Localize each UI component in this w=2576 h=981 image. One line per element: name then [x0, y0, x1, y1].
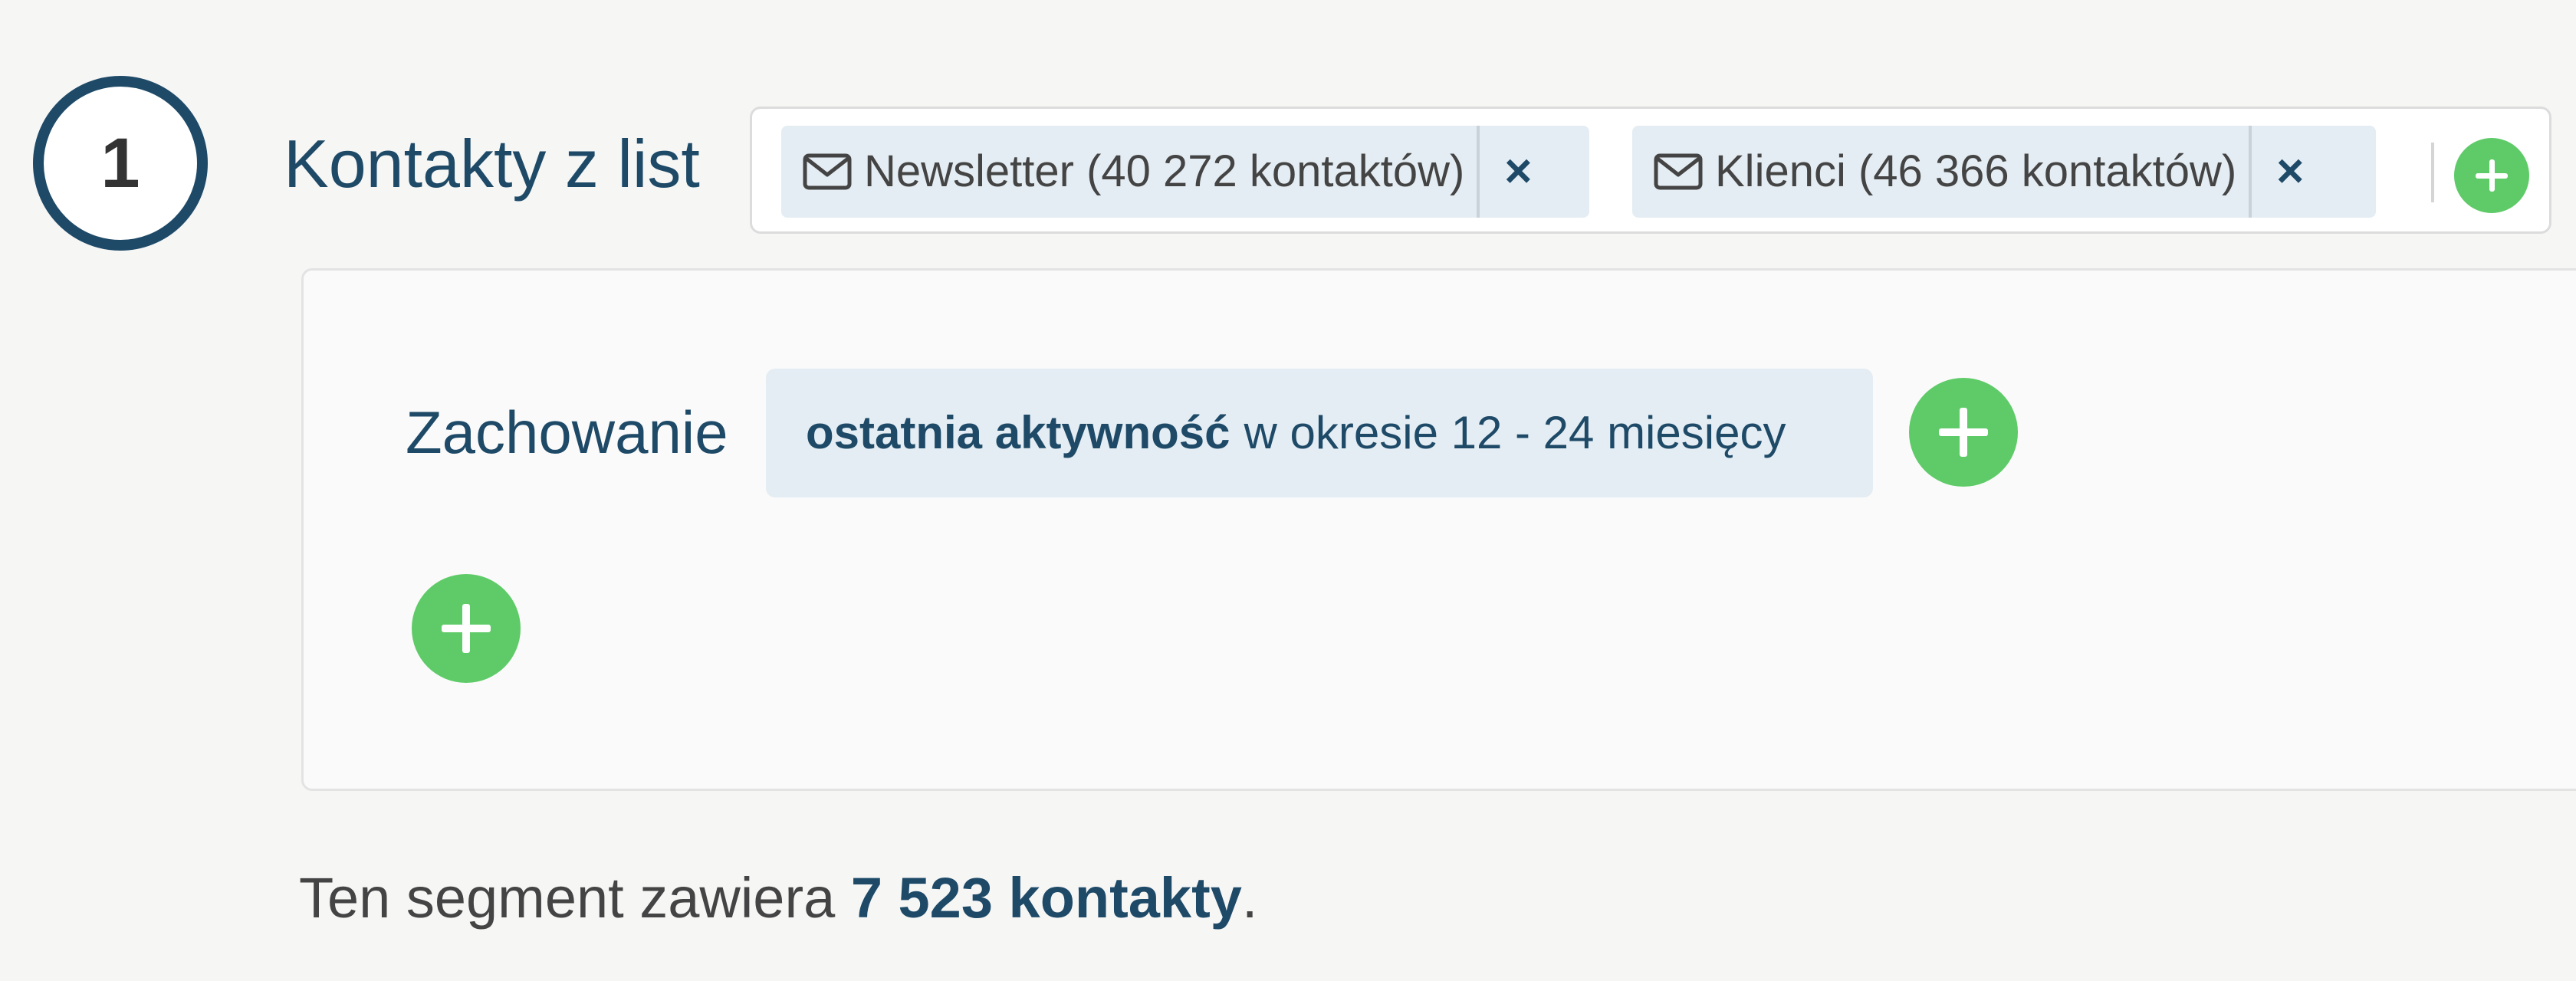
step-number-badge: 1: [33, 76, 208, 251]
close-icon: ×: [1504, 145, 1533, 198]
list-selector[interactable]: Newsletter (40 272 kontaktów) × Klienci …: [750, 107, 2551, 234]
segment-summary: Ten segment zawiera 7 523 kontakty.: [299, 870, 1257, 927]
add-list-button[interactable]: [2454, 138, 2529, 213]
condition-category-label: Zachowanie: [406, 399, 728, 466]
list-tag-newsletter: Newsletter (40 272 kontaktów) ×: [781, 126, 1589, 218]
envelope-icon: [1654, 153, 1703, 190]
list-tag-klienci: Klienci (46 366 kontaktów) ×: [1632, 126, 2376, 218]
remove-list-button[interactable]: ×: [1480, 126, 1556, 218]
envelope-icon: [803, 153, 852, 190]
plus-icon: [1939, 408, 1988, 457]
summary-prefix: Ten segment zawiera: [299, 866, 851, 930]
contact-count: 7 523 kontakty: [850, 866, 1242, 930]
close-icon: ×: [2276, 145, 2305, 198]
summary-suffix: .: [1241, 866, 1258, 930]
step-number: 1: [100, 124, 140, 202]
plus-icon: [2476, 159, 2508, 192]
plus-icon: [442, 604, 491, 653]
step-title: Kontakty z list: [284, 126, 700, 202]
remove-list-button[interactable]: ×: [2252, 126, 2328, 218]
condition-tag[interactable]: ostatnia aktywność w okresie 12 - 24 mie…: [766, 369, 1873, 497]
list-tag-label: Newsletter (40 272 kontaktów): [864, 146, 1465, 196]
condition-name: ostatnia aktywność: [806, 407, 1230, 458]
add-condition-button[interactable]: [1909, 378, 2018, 487]
list-tag-label: Klienci (46 366 kontaktów): [1715, 146, 2237, 196]
segment-conditions-panel: Zachowanie ostatnia aktywność w okresie …: [301, 268, 2576, 791]
condition-value: w okresie 12 - 24 miesięcy: [1244, 407, 1786, 458]
list-tag-label-area: Newsletter (40 272 kontaktów): [781, 126, 1480, 218]
list-tag-label-area: Klienci (46 366 kontaktów): [1632, 126, 2252, 218]
add-condition-group-button[interactable]: [412, 574, 521, 683]
divider: [2431, 143, 2434, 202]
